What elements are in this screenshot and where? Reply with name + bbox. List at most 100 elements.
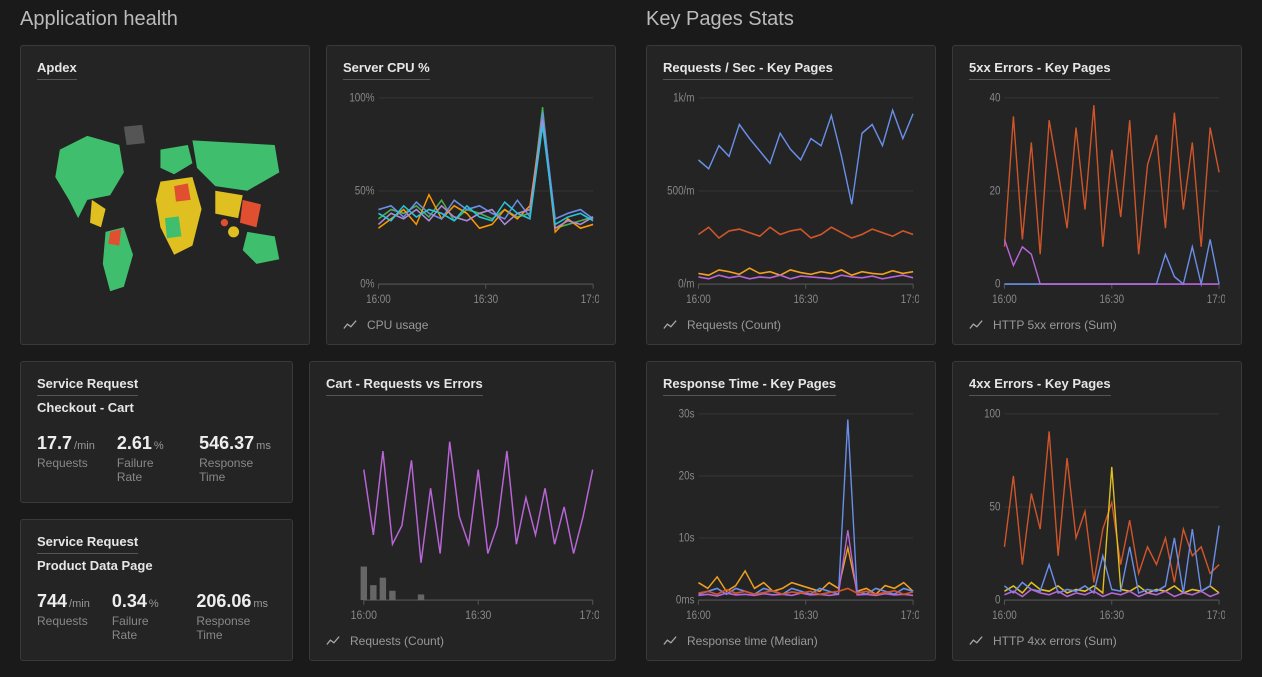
svg-text:500/m: 500/m <box>667 185 694 198</box>
svg-text:100%: 100% <box>349 92 374 105</box>
footer-label: Requests (Count) <box>687 318 781 332</box>
panel-title: Server CPU % <box>343 60 430 80</box>
svg-text:16:30: 16:30 <box>793 609 818 622</box>
dashboard: Application health Apdex <box>0 0 1262 677</box>
stat-label: Requests <box>37 614 90 628</box>
stat-requests: 744/min Requests <box>37 591 90 642</box>
stat-label: Failure Rate <box>112 614 174 642</box>
line-chart-icon <box>969 634 983 648</box>
section-title-left: Application health <box>20 8 616 31</box>
panel-title: Apdex <box>37 60 77 80</box>
svg-text:10s: 10s <box>679 532 695 545</box>
line-chart-icon <box>326 634 340 648</box>
chart-rtime[interactable]: 0ms10s20s30s16:0016:3017:00 <box>663 402 919 626</box>
panel-title: Requests / Sec - Key Pages <box>663 60 833 80</box>
panel-title: Response Time - Key Pages <box>663 376 836 396</box>
svg-text:40: 40 <box>990 92 1001 105</box>
panel-title: Service Request <box>37 534 138 554</box>
svg-text:16:30: 16:30 <box>1099 293 1124 306</box>
footer-label: HTTP 5xx errors (Sum) <box>993 318 1117 332</box>
footer-label: Response time (Median) <box>687 634 818 648</box>
footer-label: CPU usage <box>367 318 428 332</box>
chart-err4xx[interactable]: 05010016:0016:3017:00 <box>969 402 1225 626</box>
stat-value: 2.61 <box>117 433 152 453</box>
stat-unit: ms <box>256 440 271 452</box>
stat-value: 17.7 <box>37 433 72 453</box>
stat-unit: /min <box>74 440 95 452</box>
line-chart-icon <box>663 634 677 648</box>
stat-value: 0.34 <box>112 591 147 611</box>
panel-cart[interactable]: Cart - Requests vs Errors 16:00 16:30 17:0… <box>309 361 616 661</box>
footer-label: HTTP 4xx errors (Sum) <box>993 634 1117 648</box>
stat-value: 546.37 <box>199 433 254 453</box>
svg-text:30s: 30s <box>679 408 695 421</box>
svg-text:16:00: 16:00 <box>686 609 711 622</box>
stat-response-time: 546.37ms Response Time <box>199 433 276 484</box>
stat-label: Response Time <box>196 614 276 642</box>
panel-err5xx[interactable]: 5xx Errors - Key Pages 0204016:0016:3017… <box>952 45 1242 345</box>
panel-title: 5xx Errors - Key Pages <box>969 60 1111 80</box>
svg-text:16:30: 16:30 <box>1099 609 1124 622</box>
panel-title: 4xx Errors - Key Pages <box>969 376 1111 396</box>
panel-subtitle: Checkout - Cart <box>37 400 276 415</box>
panel-reqsec[interactable]: Requests / Sec - Key Pages 0/m 500/m 1k/m 1… <box>646 45 936 345</box>
svg-text:1k/m: 1k/m <box>673 92 694 105</box>
panel-apdex[interactable]: Apdex <box>20 45 310 345</box>
svg-text:16:00: 16:00 <box>992 293 1017 306</box>
svg-text:17:00: 17:00 <box>1207 609 1225 622</box>
stat-response-time: 206.06ms Response Time <box>196 591 276 642</box>
svg-text:17:00: 17:00 <box>581 293 599 306</box>
stat-requests: 17.7/min Requests <box>37 433 95 484</box>
chart-err5xx[interactable]: 0204016:0016:3017:00 <box>969 86 1225 310</box>
stat-label: Failure Rate <box>117 456 177 484</box>
svg-text:50%: 50% <box>355 185 375 198</box>
panel-checkout[interactable]: Service Request Checkout - Cart 17.7/min… <box>20 361 293 503</box>
stat-value: 744 <box>37 591 67 611</box>
line-chart-icon <box>969 318 983 332</box>
stat-label: Response Time <box>199 456 276 484</box>
svg-text:17:00: 17:00 <box>901 609 919 622</box>
stat-failure: 0.34% Failure Rate <box>112 591 174 642</box>
svg-text:17:00: 17:00 <box>901 293 919 306</box>
panel-err4xx[interactable]: 4xx Errors - Key Pages 05010016:0016:301… <box>952 361 1242 661</box>
right-column: Key Pages Stats Requests / Sec - Key Pag… <box>646 0 1242 677</box>
svg-text:16:30: 16:30 <box>473 293 498 306</box>
chart-cart[interactable]: 16:00 16:30 17:00 <box>326 402 599 626</box>
stat-unit: /min <box>69 598 90 610</box>
line-chart-icon <box>343 318 357 332</box>
left-column: Application health Apdex <box>20 0 616 677</box>
stat-value: 206.06 <box>196 591 251 611</box>
svg-text:0: 0 <box>995 278 1000 291</box>
svg-text:16:30: 16:30 <box>465 609 491 622</box>
stat-unit: % <box>154 440 164 452</box>
panel-title: Service Request <box>37 376 138 396</box>
stats-row: 744/min Requests 0.34% Failure Rate 206.… <box>37 591 276 642</box>
svg-text:16:00: 16:00 <box>351 609 377 622</box>
panel-rtime[interactable]: Response Time - Key Pages 0ms10s20s30s16… <box>646 361 936 661</box>
svg-text:20: 20 <box>990 185 1001 198</box>
svg-text:0/m: 0/m <box>678 278 694 291</box>
svg-text:16:00: 16:00 <box>366 293 391 306</box>
section-title-right: Key Pages Stats <box>646 8 1242 31</box>
chart-reqsec[interactable]: 0/m500/m1k/m16:0016:3017:00 <box>663 86 919 310</box>
line-chart-icon <box>663 318 677 332</box>
stat-failure: 2.61% Failure Rate <box>117 433 177 484</box>
svg-text:50: 50 <box>990 501 1001 514</box>
svg-text:0ms: 0ms <box>676 594 695 607</box>
footer-label: Requests (Count) <box>350 634 444 648</box>
stat-unit: ms <box>253 598 268 610</box>
panel-title: Cart - Requests vs Errors <box>326 376 483 396</box>
svg-text:16:00: 16:00 <box>686 293 711 306</box>
svg-text:16:00: 16:00 <box>992 609 1017 622</box>
svg-text:100: 100 <box>984 408 1000 421</box>
world-map[interactable] <box>37 86 293 332</box>
svg-text:17:00: 17:00 <box>580 609 599 622</box>
panel-product[interactable]: Service Request Product Data Page 744/mi… <box>20 519 293 661</box>
svg-text:0%: 0% <box>360 278 375 291</box>
panel-subtitle: Product Data Page <box>37 558 276 573</box>
stat-unit: % <box>149 598 159 610</box>
stats-row: 17.7/min Requests 2.61% Failure Rate 546… <box>37 433 276 484</box>
stat-label: Requests <box>37 456 95 470</box>
chart-cpu[interactable]: 0% 50% 100% 16:00 16:30 17:00 <box>343 86 599 310</box>
panel-cpu[interactable]: Server CPU % 0% 50% 100% 16:00 16:30 17:00 CP… <box>326 45 616 345</box>
